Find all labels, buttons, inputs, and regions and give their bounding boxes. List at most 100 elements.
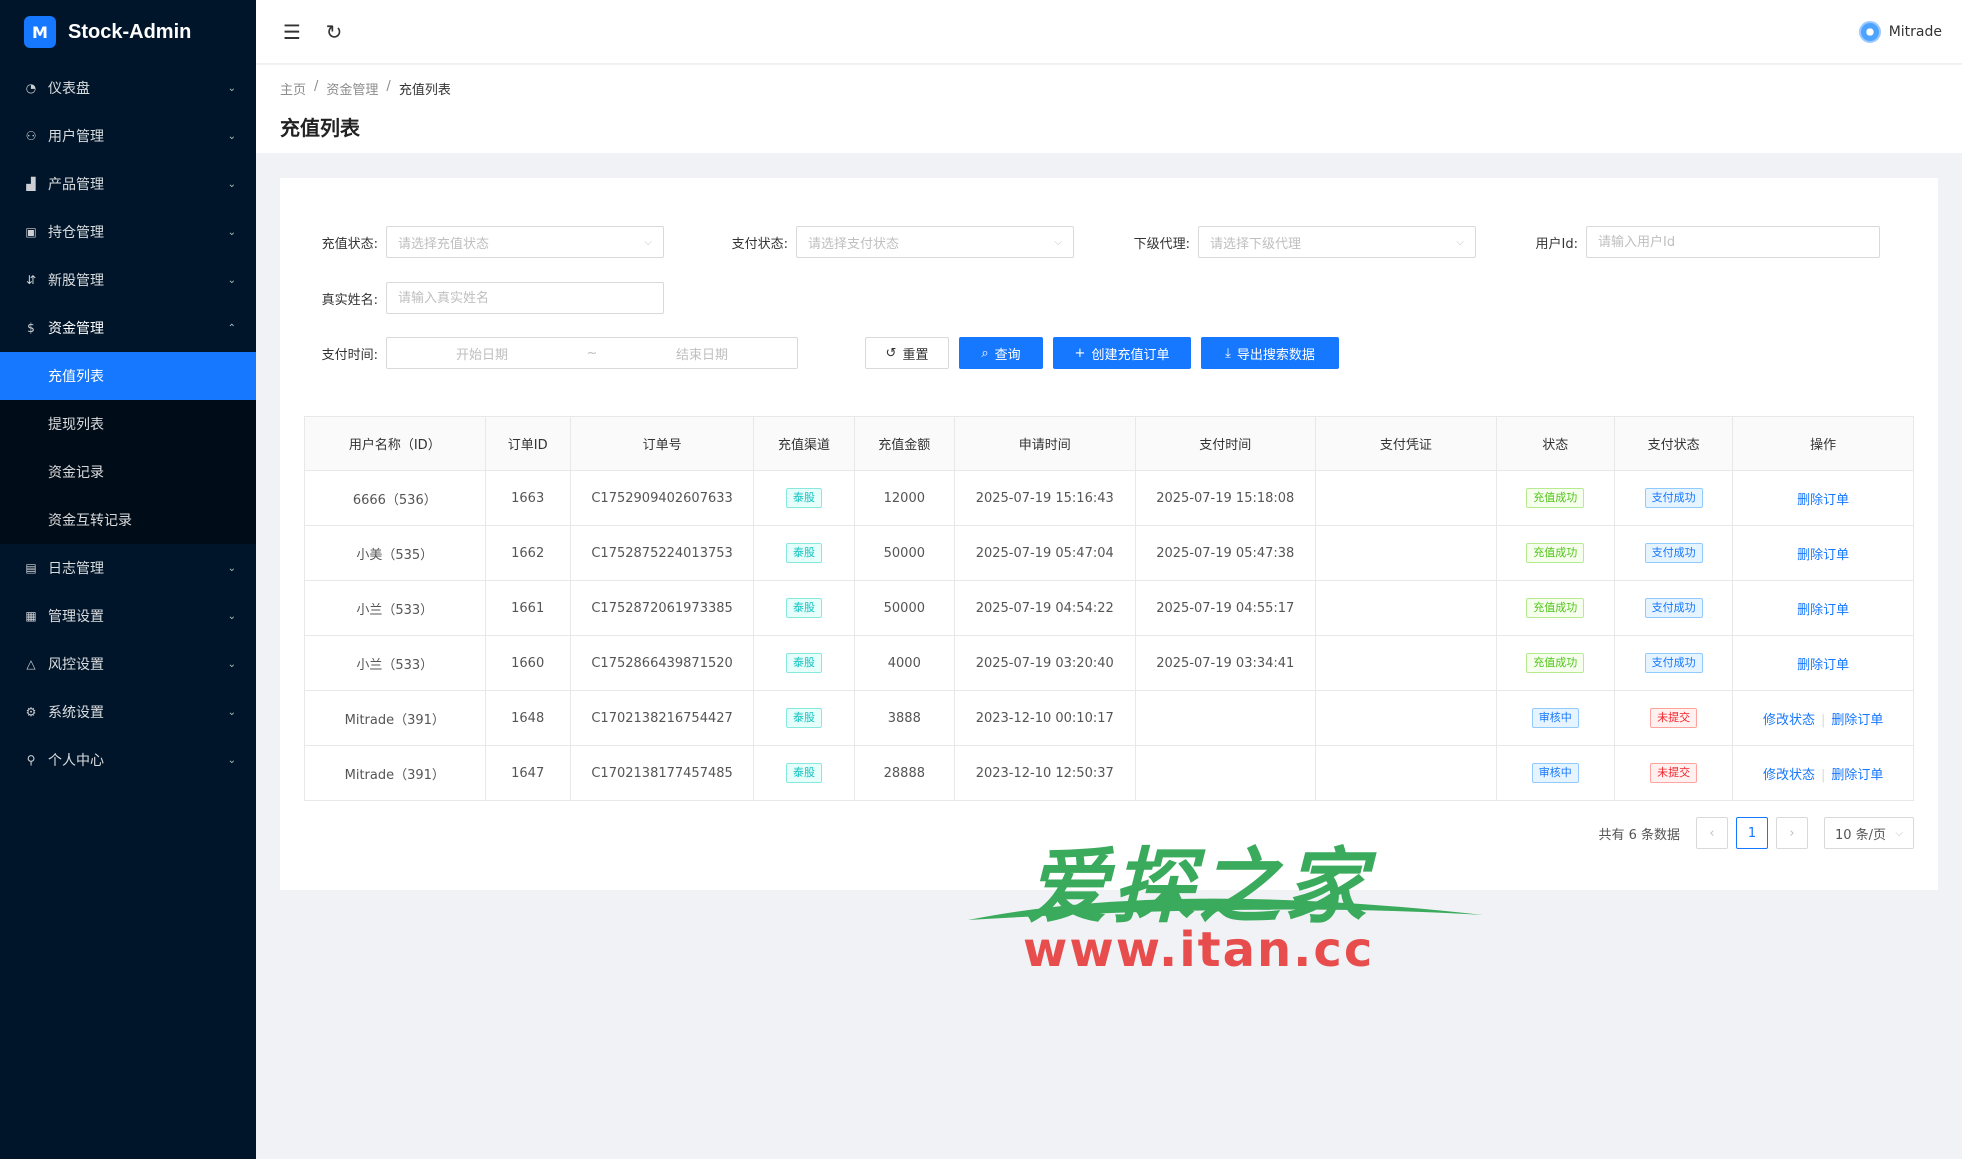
page-number[interactable]: 1 (1736, 817, 1768, 849)
submenu-item-1[interactable]: 提现列表 (0, 400, 256, 448)
sidebar-item-label: 个人中心 (48, 753, 104, 769)
delete-order-link[interactable]: 删除订单 (1797, 603, 1849, 618)
submenu-item-0[interactable]: 充值列表 (0, 352, 256, 400)
user-menu[interactable]: Mitrade (1858, 20, 1942, 43)
user-cell: Mitrade（391） (304, 745, 486, 801)
next-page-button[interactable]: › (1776, 817, 1808, 849)
avatar (1858, 20, 1881, 43)
logo-icon: M (24, 16, 56, 48)
pagination: 共有 6 条数据 ‹ 1 › 10 条/页 ⌵ (1598, 817, 1914, 849)
username: Mitrade (1888, 23, 1942, 40)
recharge-status-select[interactable]: 请选择充值状态 ⌵ (386, 226, 664, 258)
sidebar-item-label: 产品管理 (48, 177, 104, 193)
pay-status-tag: 支付成功 (1644, 653, 1703, 673)
voucher-cell (1315, 525, 1497, 581)
channel-cell: 泰股 (753, 690, 855, 746)
agent-select[interactable]: 请选择下级代理 ⌵ (1198, 226, 1476, 258)
export-label: 导出搜索数据 (1236, 347, 1315, 363)
filter-real-name: 真实姓名: (304, 282, 664, 314)
sidebar-item-7[interactable]: ▦ 管理设置 ⌄ (0, 592, 256, 640)
sidebar-item-2[interactable]: ▟ 产品管理 ⌄ (0, 160, 256, 208)
sidebar-item-label: 风控设置 (48, 657, 104, 673)
sidebar-item-label: 系统设置 (48, 705, 104, 721)
sidebar-item-6[interactable]: ▤ 日志管理 ⌄ (0, 544, 256, 592)
end-date[interactable]: 结束日期 (607, 344, 797, 363)
export-button[interactable]: ⤓ 导出搜索数据 (1201, 337, 1339, 369)
edit-status-link[interactable]: 修改状态 (1763, 713, 1815, 728)
voucher-cell (1315, 745, 1497, 801)
sidebar-item-5[interactable]: $ 资金管理 ⌃ (0, 304, 256, 352)
actions-cell: 删除订单 (1732, 470, 1914, 526)
delete-order-link[interactable]: 删除订单 (1797, 658, 1849, 673)
submenu-item-2[interactable]: 资金记录 (0, 448, 256, 496)
edit-status-link[interactable]: 修改状态 (1763, 768, 1815, 783)
pay-status-label: 支付状态: (731, 236, 788, 252)
sidebar-item-10[interactable]: ⚲ 个人中心 ⌄ (0, 736, 256, 784)
breadcrumb-current: 充值列表 (398, 83, 451, 98)
page-size-select[interactable]: 10 条/页 ⌵ (1824, 817, 1914, 849)
status-tag: 充值成功 (1526, 653, 1585, 673)
delete-order-link[interactable]: 删除订单 (1797, 548, 1849, 563)
sidebar-item-4[interactable]: ⇵ 新股管理 ⌄ (0, 256, 256, 304)
logo[interactable]: M Stock-Admin (0, 0, 256, 64)
chart-icon: ▟ (26, 177, 36, 191)
channel-tag: 泰股 (786, 598, 822, 618)
delete-order-link[interactable]: 删除订单 (1831, 768, 1883, 783)
reset-button[interactable]: ↺ 重置 (865, 337, 949, 369)
menu-fold-icon[interactable]: ☰ (276, 16, 308, 48)
recharge-status-placeholder: 请选择充值状态 (398, 236, 490, 252)
search-button[interactable]: ⌕ 查询 (959, 337, 1043, 369)
page-size-label: 10 条/页 (1835, 827, 1887, 843)
sidebar-item-8[interactable]: △ 风控设置 ⌄ (0, 640, 256, 688)
table-row: Mitrade（391） 1647 C1702138177457485 泰股 28888… (304, 745, 1914, 801)
user-id-label: 用户Id: (1535, 236, 1578, 252)
amount-cell: 50000 (853, 580, 955, 636)
column-header: 支付时间 (1134, 416, 1317, 471)
search-icon: ⌕ (981, 345, 989, 361)
channel-tag: 泰股 (786, 763, 822, 783)
sidebar-item-label: 仪表盘 (48, 81, 90, 97)
pay-time-cell: 2025-07-19 05:47:38 (1134, 525, 1317, 581)
pay-status-tag: 支付成功 (1644, 543, 1703, 563)
create-order-button[interactable]: + 创建充值订单 (1053, 337, 1191, 369)
submenu-item-3[interactable]: 资金互转记录 (0, 496, 256, 544)
status-cell: 充值成功 (1495, 580, 1615, 636)
real-name-input[interactable] (386, 282, 664, 314)
user-cell: Mitrade（391） (304, 690, 486, 746)
breadcrumb-home[interactable]: 主页 (280, 79, 306, 98)
position-icon: ▣ (25, 225, 37, 239)
status-tag: 充值成功 (1526, 598, 1585, 618)
prev-page-button[interactable]: ‹ (1696, 817, 1728, 849)
status-tag: 充值成功 (1526, 488, 1585, 508)
sidebar-item-9[interactable]: ⚙ 系统设置 ⌄ (0, 688, 256, 736)
pay-status-select[interactable]: 请选择支付状态 ⌵ (796, 226, 1074, 258)
filter-pay-status: 支付状态: 请选择支付状态 ⌵ (706, 226, 1074, 258)
dashboard-icon: ◔ (25, 81, 37, 95)
users-icon: ⚇ (25, 129, 37, 143)
warning-icon: △ (26, 657, 36, 671)
user-cell: 小兰（533） (304, 635, 486, 691)
chevron-up-icon: ⌃ (227, 322, 236, 334)
sidebar-item-0[interactable]: ◔ 仪表盘 ⌄ (0, 64, 256, 112)
sidebar-item-3[interactable]: ▣ 持仓管理 ⌄ (0, 208, 256, 256)
chevron-down-icon: ⌄ (227, 82, 236, 94)
breadcrumb-separator: / (314, 79, 319, 94)
range-separator: ~ (586, 345, 598, 361)
start-date[interactable]: 开始日期 (387, 344, 577, 363)
reset-label: 重置 (902, 347, 929, 363)
sidebar-item-1[interactable]: ⚇ 用户管理 ⌄ (0, 112, 256, 160)
delete-order-link[interactable]: 删除订单 (1831, 713, 1883, 728)
breadcrumb-fund[interactable]: 资金管理 (326, 79, 378, 98)
chevron-down-icon: ⌵ (1895, 827, 1903, 839)
watermark-url: www.itan.cc (1023, 922, 1375, 978)
sidebar-item-label: 日志管理 (48, 561, 104, 577)
delete-order-link[interactable]: 删除订单 (1797, 493, 1849, 508)
status-cell: 充值成功 (1495, 635, 1615, 691)
user-id-input[interactable] (1586, 226, 1880, 258)
refresh-icon[interactable]: ↻ (318, 16, 350, 48)
breadcrumb: 主页 / 资金管理 / 充值列表 (280, 79, 1938, 98)
pay-time-range[interactable]: 开始日期 ~ 结束日期 (386, 337, 798, 369)
column-header: 用户名称（ID） (304, 416, 486, 471)
order-no-cell: C1752872061973385 (569, 580, 755, 636)
sidebar-item-label: 持仓管理 (48, 225, 104, 241)
